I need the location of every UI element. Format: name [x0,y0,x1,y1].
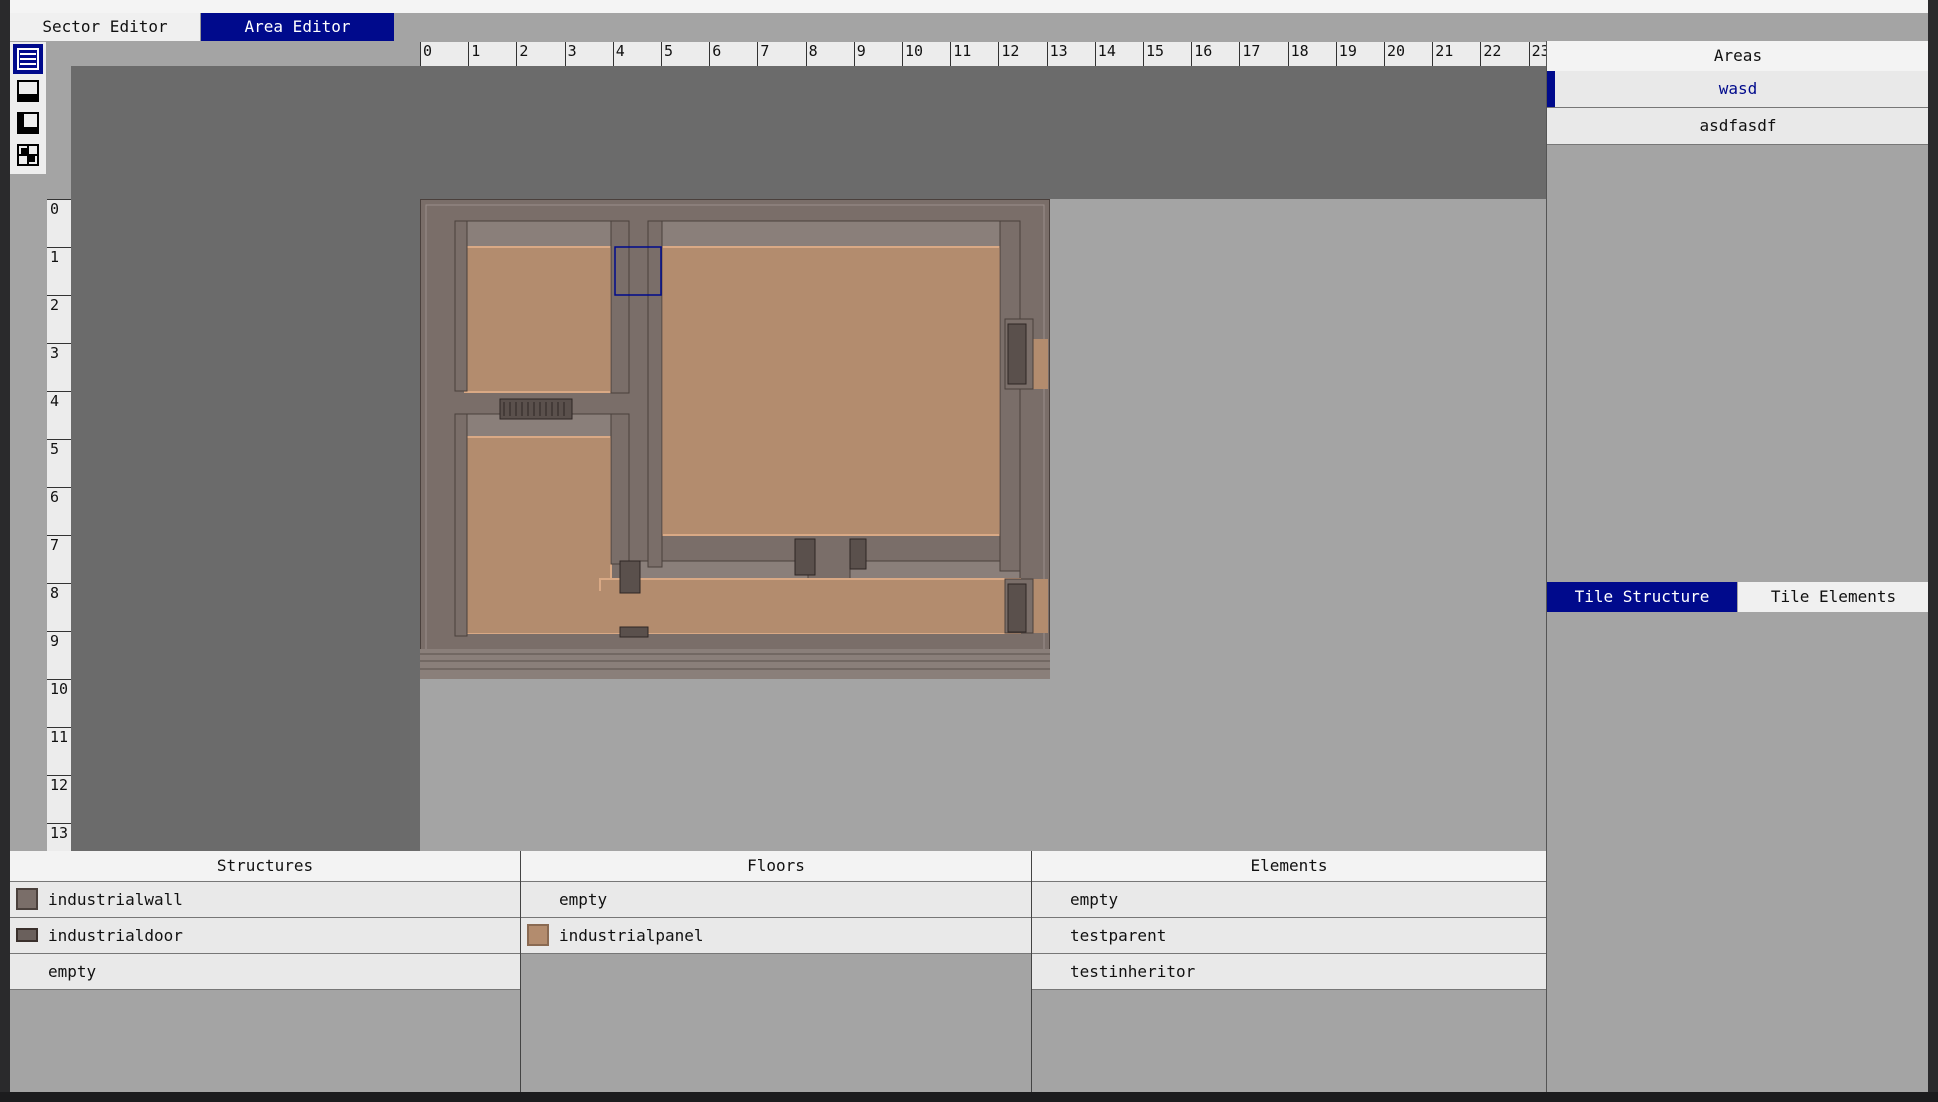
list-icon[interactable] [13,44,43,74]
area-editor-window: Sector Editor Area Editor 0 1 2 3 4 5 6 7 8 9 10 11… [10,0,1928,1092]
ruler-y-tick: 0 [47,199,71,247]
elements-column: Elements empty testparent testinheritor [1032,851,1546,1092]
wall-icon [16,888,38,910]
ruler-x-tick: 12 [998,42,1046,66]
ruler-horizontal: 0 1 2 3 4 5 6 7 8 9 10 11 12 13 14 15 16 17 18 19 20 21 22 23 [420,42,1556,66]
title-strip [10,0,1928,13]
ruler-x-tick: 20 [1384,42,1432,66]
ruler-y-tick: 8 [47,583,71,631]
area-item-label: asdfasdf [1699,116,1777,135]
structure-item-industrialdoor[interactable]: industrialdoor [10,918,520,954]
ruler-y-tick: 10 [47,679,71,727]
tab-tile-structure[interactable]: Tile Structure [1547,582,1737,612]
right-panel: Areas wasd asdfasdf Tile Structure Tile … [1546,41,1928,1092]
tab-bar-filler [394,13,1928,41]
ruler-x-tick: 2 [516,42,564,66]
ruler-x-tick: 21 [1432,42,1480,66]
ruler-x-tick: 10 [902,42,950,66]
element-item-label: testinheritor [1070,962,1196,981]
floor-item-industrialpanel[interactable]: industrialpanel [521,918,1031,954]
floors-column: Floors empty industrialpanel [521,851,1032,1092]
element-item-label: empty [1070,890,1119,909]
structure-item-empty[interactable]: empty [10,954,520,990]
ruler-x-tick: 15 [1143,42,1191,66]
window-frame-bottom [0,1092,1938,1102]
area-map[interactable] [420,199,1050,679]
ruler-y-tick: 2 [47,295,71,343]
ruler-y-tick: 6 [47,487,71,535]
element-item-testinheritor[interactable]: testinheritor [1032,954,1546,990]
elements-header: Elements [1032,851,1546,882]
floor-item-label: empty [559,890,608,909]
structure-item-label: industrialwall [48,890,183,909]
ruler-y-tick: 9 [47,631,71,679]
corner-icon[interactable] [13,108,43,138]
structure-item-industrialwall[interactable]: industrialwall [10,882,520,918]
tool-palette [10,42,46,174]
ruler-x-tick: 0 [420,42,468,66]
ruler-y-tick: 11 [47,727,71,775]
structures-column: Structures industrialwall industrialdoor… [10,851,521,1092]
element-item-testparent[interactable]: testparent [1032,918,1546,954]
area-item-label: wasd [1718,79,1758,98]
ruler-y-tick: 7 [47,535,71,583]
palette-panel: Structures industrialwall industrialdoor… [10,851,1546,1092]
ruler-x-tick: 17 [1239,42,1287,66]
door-icon [16,928,38,942]
panel-icon [527,924,549,946]
ruler-x-tick: 22 [1480,42,1528,66]
tile-grid-icon[interactable] [13,140,43,170]
structures-header: Structures [10,851,520,882]
ruler-y-tick: 4 [47,391,71,439]
structure-item-label: empty [48,962,97,981]
ruler-x-tick: 4 [612,42,661,66]
floors-header: Floors [521,851,1031,882]
ruler-vertical: 0 1 2 3 4 5 6 7 8 9 10 11 12 13 [47,199,71,851]
ruler-x-tick: 5 [661,42,709,66]
area-item-wasd[interactable]: wasd [1547,71,1928,108]
ruler-x-tick: 1 [468,42,516,66]
tab-area-editor[interactable]: Area Editor [201,13,394,41]
element-item-label: testparent [1070,926,1167,945]
ruler-x-tick: 16 [1191,42,1239,66]
element-item-empty[interactable]: empty [1032,882,1546,918]
floor-item-label: industrialpanel [559,926,704,945]
tab-sector-editor[interactable]: Sector Editor [10,13,201,41]
ruler-x-tick: 7 [757,42,805,66]
area-item-asdfasdf[interactable]: asdfasdf [1547,108,1928,145]
ruler-x-tick: 14 [1094,42,1143,66]
window-icon[interactable] [13,76,43,106]
ruler-x-tick: 9 [853,42,902,66]
ruler-x-tick: 11 [950,42,998,66]
structure-item-label: industrialdoor [48,926,183,945]
ruler-y-tick: 13 [47,823,71,851]
ruler-y-tick: 12 [47,775,71,823]
ruler-x-tick: 18 [1287,42,1336,66]
ruler-x-tick: 6 [709,42,757,66]
tab-tile-elements[interactable]: Tile Elements [1738,582,1928,612]
ruler-x-tick: 13 [1046,42,1095,66]
ruler-y-tick: 3 [47,343,71,391]
areas-header: Areas [1547,41,1928,72]
ruler-x-tick: 8 [805,42,854,66]
ruler-x-tick: 19 [1335,42,1384,66]
ruler-y-tick: 5 [47,439,71,487]
floor-item-empty[interactable]: empty [521,882,1031,918]
ruler-y-tick: 1 [47,247,71,295]
ruler-x-tick: 3 [564,42,613,66]
